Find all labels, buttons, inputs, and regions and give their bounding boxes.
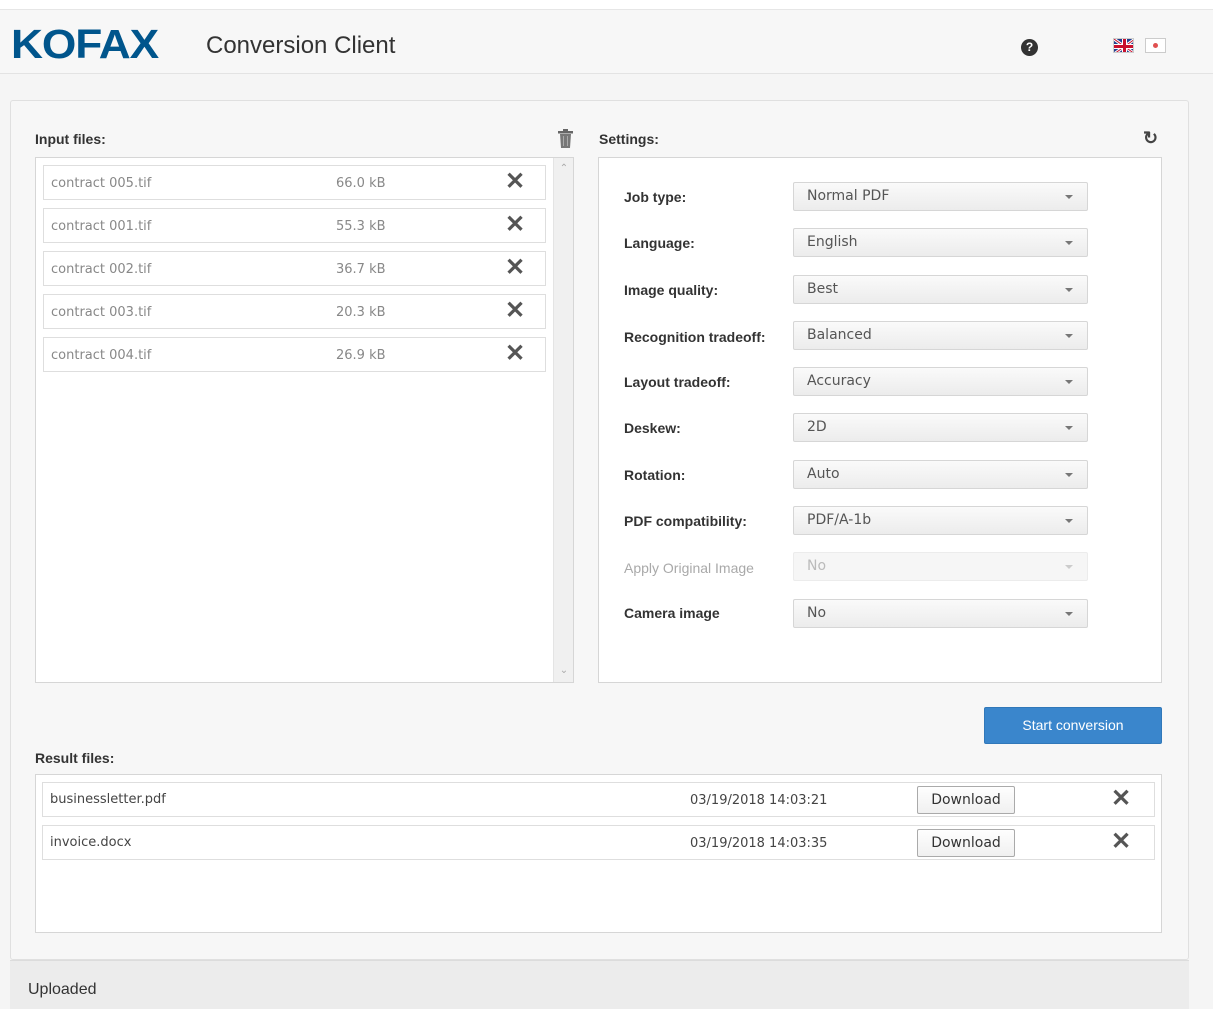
result-files-label: Result files: [35, 750, 115, 766]
rotation-label: Rotation: [624, 467, 686, 483]
remove-result-icon[interactable]: ✕ [1111, 830, 1131, 854]
input-file-size: 66.0 kB [336, 176, 386, 191]
input-file-row: contract 001.tif 55.3 kB ✕ [43, 208, 546, 243]
input-file-name: contract 003.tif [51, 305, 152, 320]
input-file-row: contract 005.tif 66.0 kB ✕ [43, 165, 546, 200]
chevron-down-icon [1065, 334, 1073, 338]
result-file-name: invoice.docx [50, 835, 132, 850]
input-file-size: 26.9 kB [336, 348, 386, 363]
input-files-list[interactable]: ⌃ ⌄ contract 005.tif 66.0 kB ✕ contract … [35, 157, 574, 683]
chevron-down-icon [1065, 473, 1073, 477]
chevron-down-icon [1065, 288, 1073, 292]
uk-flag-icon[interactable] [1113, 38, 1134, 53]
app-title: Conversion Client [206, 32, 396, 59]
input-files-label: Input files: [35, 131, 106, 147]
app-header: KOFAX Conversion Client ? [0, 10, 1213, 74]
chevron-down-icon [1065, 612, 1073, 616]
chevron-down-icon [1065, 241, 1073, 245]
deskew-select[interactable]: 2D [793, 413, 1088, 442]
result-file-row: invoice.docx 03/19/2018 14:03:35 Downloa… [42, 825, 1155, 860]
result-file-date: 03/19/2018 14:03:35 [690, 836, 828, 851]
input-file-row: contract 004.tif 26.9 kB ✕ [43, 337, 546, 372]
input-file-size: 20.3 kB [336, 305, 386, 320]
language-value: English [807, 234, 858, 250]
camera-image-select[interactable]: No [793, 599, 1088, 628]
status-bar: Uploaded [10, 960, 1189, 1009]
remove-file-icon[interactable]: ✕ [505, 256, 525, 280]
result-file-name: businessletter.pdf [50, 792, 166, 807]
apply-original-image-select: No [793, 552, 1088, 581]
remove-file-icon[interactable]: ✕ [505, 342, 525, 366]
start-conversion-button[interactable]: Start conversion [984, 707, 1162, 744]
result-file-date: 03/19/2018 14:03:21 [690, 793, 828, 808]
chevron-down-icon [1065, 565, 1073, 569]
rotation-value: Auto [807, 466, 840, 482]
refresh-icon[interactable]: ↻ [1143, 129, 1159, 147]
job-type-select[interactable]: Normal PDF [793, 182, 1088, 211]
recognition-tradeoff-label: Recognition tradeoff: [624, 329, 766, 345]
japan-flag-icon[interactable] [1145, 38, 1166, 53]
layout-tradeoff-label: Layout tradeoff: [624, 374, 731, 390]
input-file-size: 55.3 kB [336, 219, 386, 234]
deskew-value: 2D [807, 419, 827, 435]
help-icon[interactable]: ? [1021, 39, 1038, 56]
chevron-down-icon [1065, 519, 1073, 523]
image-quality-select[interactable]: Best [793, 275, 1088, 304]
pdf-compatibility-select[interactable]: PDF/A-1b [793, 506, 1088, 535]
job-type-value: Normal PDF [807, 188, 890, 204]
input-file-row: contract 003.tif 20.3 kB ✕ [43, 294, 546, 329]
input-file-name: contract 002.tif [51, 262, 152, 277]
image-quality-label: Image quality: [624, 282, 719, 298]
result-file-row: businessletter.pdf 03/19/2018 14:03:21 D… [42, 782, 1155, 817]
job-type-label: Job type: [624, 189, 687, 205]
recognition-tradeoff-select[interactable]: Balanced [793, 321, 1088, 350]
rotation-select[interactable]: Auto [793, 460, 1088, 489]
camera-image-label: Camera image [624, 605, 720, 621]
layout-tradeoff-select[interactable]: Accuracy [793, 367, 1088, 396]
language-select[interactable]: English [793, 228, 1088, 257]
top-strip [0, 0, 1213, 10]
remove-result-icon[interactable]: ✕ [1111, 787, 1131, 811]
input-files-scrollbar[interactable]: ⌃ ⌄ [553, 158, 573, 682]
input-file-name: contract 001.tif [51, 219, 152, 234]
language-label: Language: [624, 235, 695, 251]
scroll-up-icon[interactable]: ⌃ [559, 164, 569, 174]
pdf-compatibility-label: PDF compatibility: [624, 513, 747, 529]
apply-original-image-value: No [807, 558, 827, 574]
input-file-row: contract 002.tif 36.7 kB ✕ [43, 251, 546, 286]
camera-image-value: No [807, 605, 827, 621]
chevron-down-icon [1065, 426, 1073, 430]
apply-original-image-label: Apply Original Image [624, 560, 754, 576]
pdf-compatibility-value: PDF/A-1b [807, 512, 872, 528]
download-button[interactable]: Download [917, 786, 1015, 814]
result-files-list: businessletter.pdf 03/19/2018 14:03:21 D… [35, 774, 1162, 933]
remove-file-icon[interactable]: ✕ [505, 170, 525, 194]
layout-tradeoff-value: Accuracy [807, 373, 871, 389]
settings-panel: Job type: Normal PDF Language: English I… [598, 157, 1162, 683]
image-quality-value: Best [807, 281, 839, 297]
settings-label: Settings: [599, 131, 659, 147]
input-file-size: 36.7 kB [336, 262, 386, 277]
kofax-logo: KOFAX [11, 21, 159, 67]
input-file-name: contract 005.tif [51, 176, 152, 191]
remove-file-icon[interactable]: ✕ [505, 299, 525, 323]
status-text: Uploaded [28, 981, 97, 998]
deskew-label: Deskew: [624, 420, 681, 436]
remove-file-icon[interactable]: ✕ [505, 213, 525, 237]
chevron-down-icon [1065, 195, 1073, 199]
recognition-tradeoff-value: Balanced [807, 327, 872, 343]
input-file-name: contract 004.tif [51, 348, 152, 363]
chevron-down-icon [1065, 380, 1073, 384]
scroll-down-icon[interactable]: ⌄ [559, 666, 569, 676]
trash-icon[interactable] [558, 129, 573, 148]
download-button[interactable]: Download [917, 829, 1015, 857]
